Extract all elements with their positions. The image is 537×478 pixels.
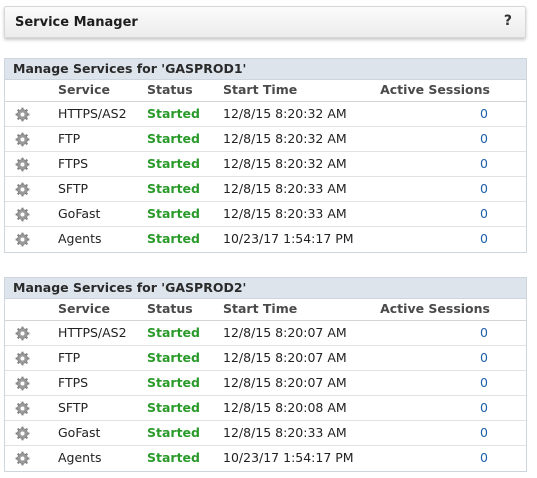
table-header: Service Status Start Time Active Session…	[5, 80, 526, 102]
column-header-start-time: Start Time	[223, 301, 298, 316]
status-text: Started	[147, 375, 200, 390]
service-name: SFTP	[58, 181, 89, 196]
active-sessions-link[interactable]: 0	[480, 421, 488, 445]
panel-title: Manage Services for 'GASPROD2'	[5, 278, 526, 299]
service-name: FTP	[58, 131, 81, 146]
service-name: SFTP	[58, 400, 89, 415]
active-sessions-link[interactable]: 0	[480, 152, 488, 176]
active-sessions-link[interactable]: 0	[480, 202, 488, 226]
column-header-active-sessions: Active Sessions	[380, 301, 490, 316]
service-manager-titlebar: Service Manager ?	[4, 6, 526, 38]
start-time: 10/23/17 1:54:17 PM	[223, 450, 354, 465]
gear-icon[interactable]	[15, 157, 30, 172]
service-name: FTP	[58, 350, 81, 365]
service-name: GoFast	[58, 425, 101, 440]
table-row: SFTP Started 12/8/15 8:20:33 AM 0	[5, 177, 526, 202]
table-row: FTPS Started 12/8/15 8:20:32 AM 0	[5, 152, 526, 177]
table-row: GoFast Started 12/8/15 8:20:33 AM 0	[5, 202, 526, 227]
service-name: Agents	[58, 450, 102, 465]
page-title: Service Manager	[15, 15, 138, 30]
status-text: Started	[147, 181, 200, 196]
status-text: Started	[147, 206, 200, 221]
column-header-service: Service	[58, 301, 110, 316]
start-time: 12/8/15 8:20:07 AM	[223, 350, 347, 365]
column-header-start-time: Start Time	[223, 82, 298, 97]
gear-icon[interactable]	[15, 182, 30, 197]
start-time: 12/8/15 8:20:32 AM	[223, 106, 347, 121]
start-time: 12/8/15 8:20:08 AM	[223, 400, 347, 415]
start-time: 12/8/15 8:20:33 AM	[223, 425, 347, 440]
status-text: Started	[147, 325, 200, 340]
column-header-status: Status	[147, 82, 193, 97]
column-header-status: Status	[147, 301, 193, 316]
gear-icon[interactable]	[15, 107, 30, 122]
gear-icon[interactable]	[15, 401, 30, 416]
status-text: Started	[147, 231, 200, 246]
active-sessions-link[interactable]: 0	[480, 127, 488, 151]
table-row: Agents Started 10/23/17 1:54:17 PM 0	[5, 446, 526, 471]
table-row: GoFast Started 12/8/15 8:20:33 AM 0	[5, 421, 526, 446]
table-row: HTTPS/AS2 Started 12/8/15 8:20:32 AM 0	[5, 102, 526, 127]
gear-icon[interactable]	[15, 451, 30, 466]
gear-icon[interactable]	[15, 326, 30, 341]
status-text: Started	[147, 425, 200, 440]
start-time: 12/8/15 8:20:32 AM	[223, 131, 347, 146]
table-row: FTP Started 12/8/15 8:20:32 AM 0	[5, 127, 526, 152]
start-time: 12/8/15 8:20:07 AM	[223, 325, 347, 340]
table-row: FTP Started 12/8/15 8:20:07 AM 0	[5, 346, 526, 371]
table-row: Agents Started 10/23/17 1:54:17 PM 0	[5, 227, 526, 252]
status-text: Started	[147, 350, 200, 365]
help-icon[interactable]: ?	[504, 13, 512, 29]
start-time: 12/8/15 8:20:07 AM	[223, 375, 347, 390]
active-sessions-link[interactable]: 0	[480, 446, 488, 470]
active-sessions-link[interactable]: 0	[480, 177, 488, 201]
service-name: HTTPS/AS2	[58, 325, 127, 340]
start-time: 10/23/17 1:54:17 PM	[223, 231, 354, 246]
active-sessions-link[interactable]: 0	[480, 396, 488, 420]
service-name: GoFast	[58, 206, 101, 221]
service-name: HTTPS/AS2	[58, 106, 127, 121]
gear-icon[interactable]	[15, 351, 30, 366]
table-row: FTPS Started 12/8/15 8:20:07 AM 0	[5, 371, 526, 396]
gear-icon[interactable]	[15, 232, 30, 247]
active-sessions-link[interactable]: 0	[480, 321, 488, 345]
service-name: FTPS	[58, 375, 89, 390]
start-time: 12/8/15 8:20:32 AM	[223, 156, 347, 171]
gear-icon[interactable]	[15, 132, 30, 147]
column-header-active-sessions: Active Sessions	[380, 82, 490, 97]
column-header-service: Service	[58, 82, 110, 97]
active-sessions-link[interactable]: 0	[480, 346, 488, 370]
gear-icon[interactable]	[15, 426, 30, 441]
service-name: FTPS	[58, 156, 89, 171]
active-sessions-link[interactable]: 0	[480, 102, 488, 126]
active-sessions-link[interactable]: 0	[480, 371, 488, 395]
start-time: 12/8/15 8:20:33 AM	[223, 206, 347, 221]
status-text: Started	[147, 400, 200, 415]
panel-title: Manage Services for 'GASPROD1'	[5, 59, 526, 80]
table-row: SFTP Started 12/8/15 8:20:08 AM 0	[5, 396, 526, 421]
active-sessions-link[interactable]: 0	[480, 227, 488, 251]
status-text: Started	[147, 450, 200, 465]
gear-icon[interactable]	[15, 207, 30, 222]
services-panel-gasprod2: Manage Services for 'GASPROD2' Service S…	[4, 277, 527, 472]
status-text: Started	[147, 106, 200, 121]
service-name: Agents	[58, 231, 102, 246]
table-header: Service Status Start Time Active Session…	[5, 299, 526, 321]
table-row: HTTPS/AS2 Started 12/8/15 8:20:07 AM 0	[5, 321, 526, 346]
services-panel-gasprod1: Manage Services for 'GASPROD1' Service S…	[4, 58, 527, 253]
status-text: Started	[147, 156, 200, 171]
gear-icon[interactable]	[15, 376, 30, 391]
status-text: Started	[147, 131, 200, 146]
start-time: 12/8/15 8:20:33 AM	[223, 181, 347, 196]
